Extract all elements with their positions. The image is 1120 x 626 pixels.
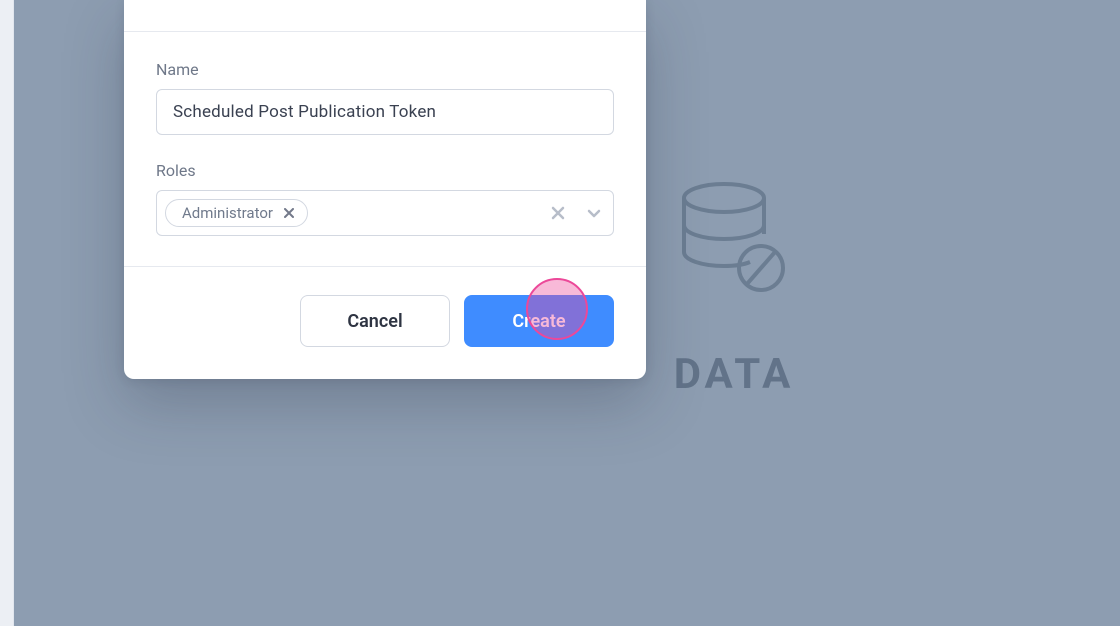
- name-field: Name: [156, 60, 614, 135]
- role-chip-label: Administrator: [182, 204, 273, 222]
- name-label: Name: [156, 60, 614, 79]
- empty-state: DATA: [634, 180, 834, 399]
- empty-state-label: DATA: [634, 350, 834, 399]
- database-empty-icon: [679, 180, 789, 310]
- role-chip: Administrator: [165, 199, 308, 227]
- cancel-button[interactable]: Cancel: [300, 295, 450, 347]
- name-input[interactable]: [156, 89, 614, 135]
- create-button[interactable]: Create: [464, 295, 614, 347]
- clear-roles-icon[interactable]: [547, 202, 569, 224]
- app-left-rail: [0, 0, 14, 626]
- chevron-down-icon[interactable]: [583, 202, 605, 224]
- roles-select-controls: [547, 191, 605, 235]
- modal-header: [124, 0, 646, 32]
- create-token-modal: Name Roles Administrator: [124, 0, 646, 379]
- modal-footer: Cancel Create: [124, 266, 646, 379]
- roles-select[interactable]: Administrator: [156, 190, 614, 236]
- remove-role-icon[interactable]: [283, 207, 295, 219]
- modal-body: Name Roles Administrator: [124, 32, 646, 266]
- roles-label: Roles: [156, 161, 614, 180]
- roles-field: Roles Administrator: [156, 161, 614, 236]
